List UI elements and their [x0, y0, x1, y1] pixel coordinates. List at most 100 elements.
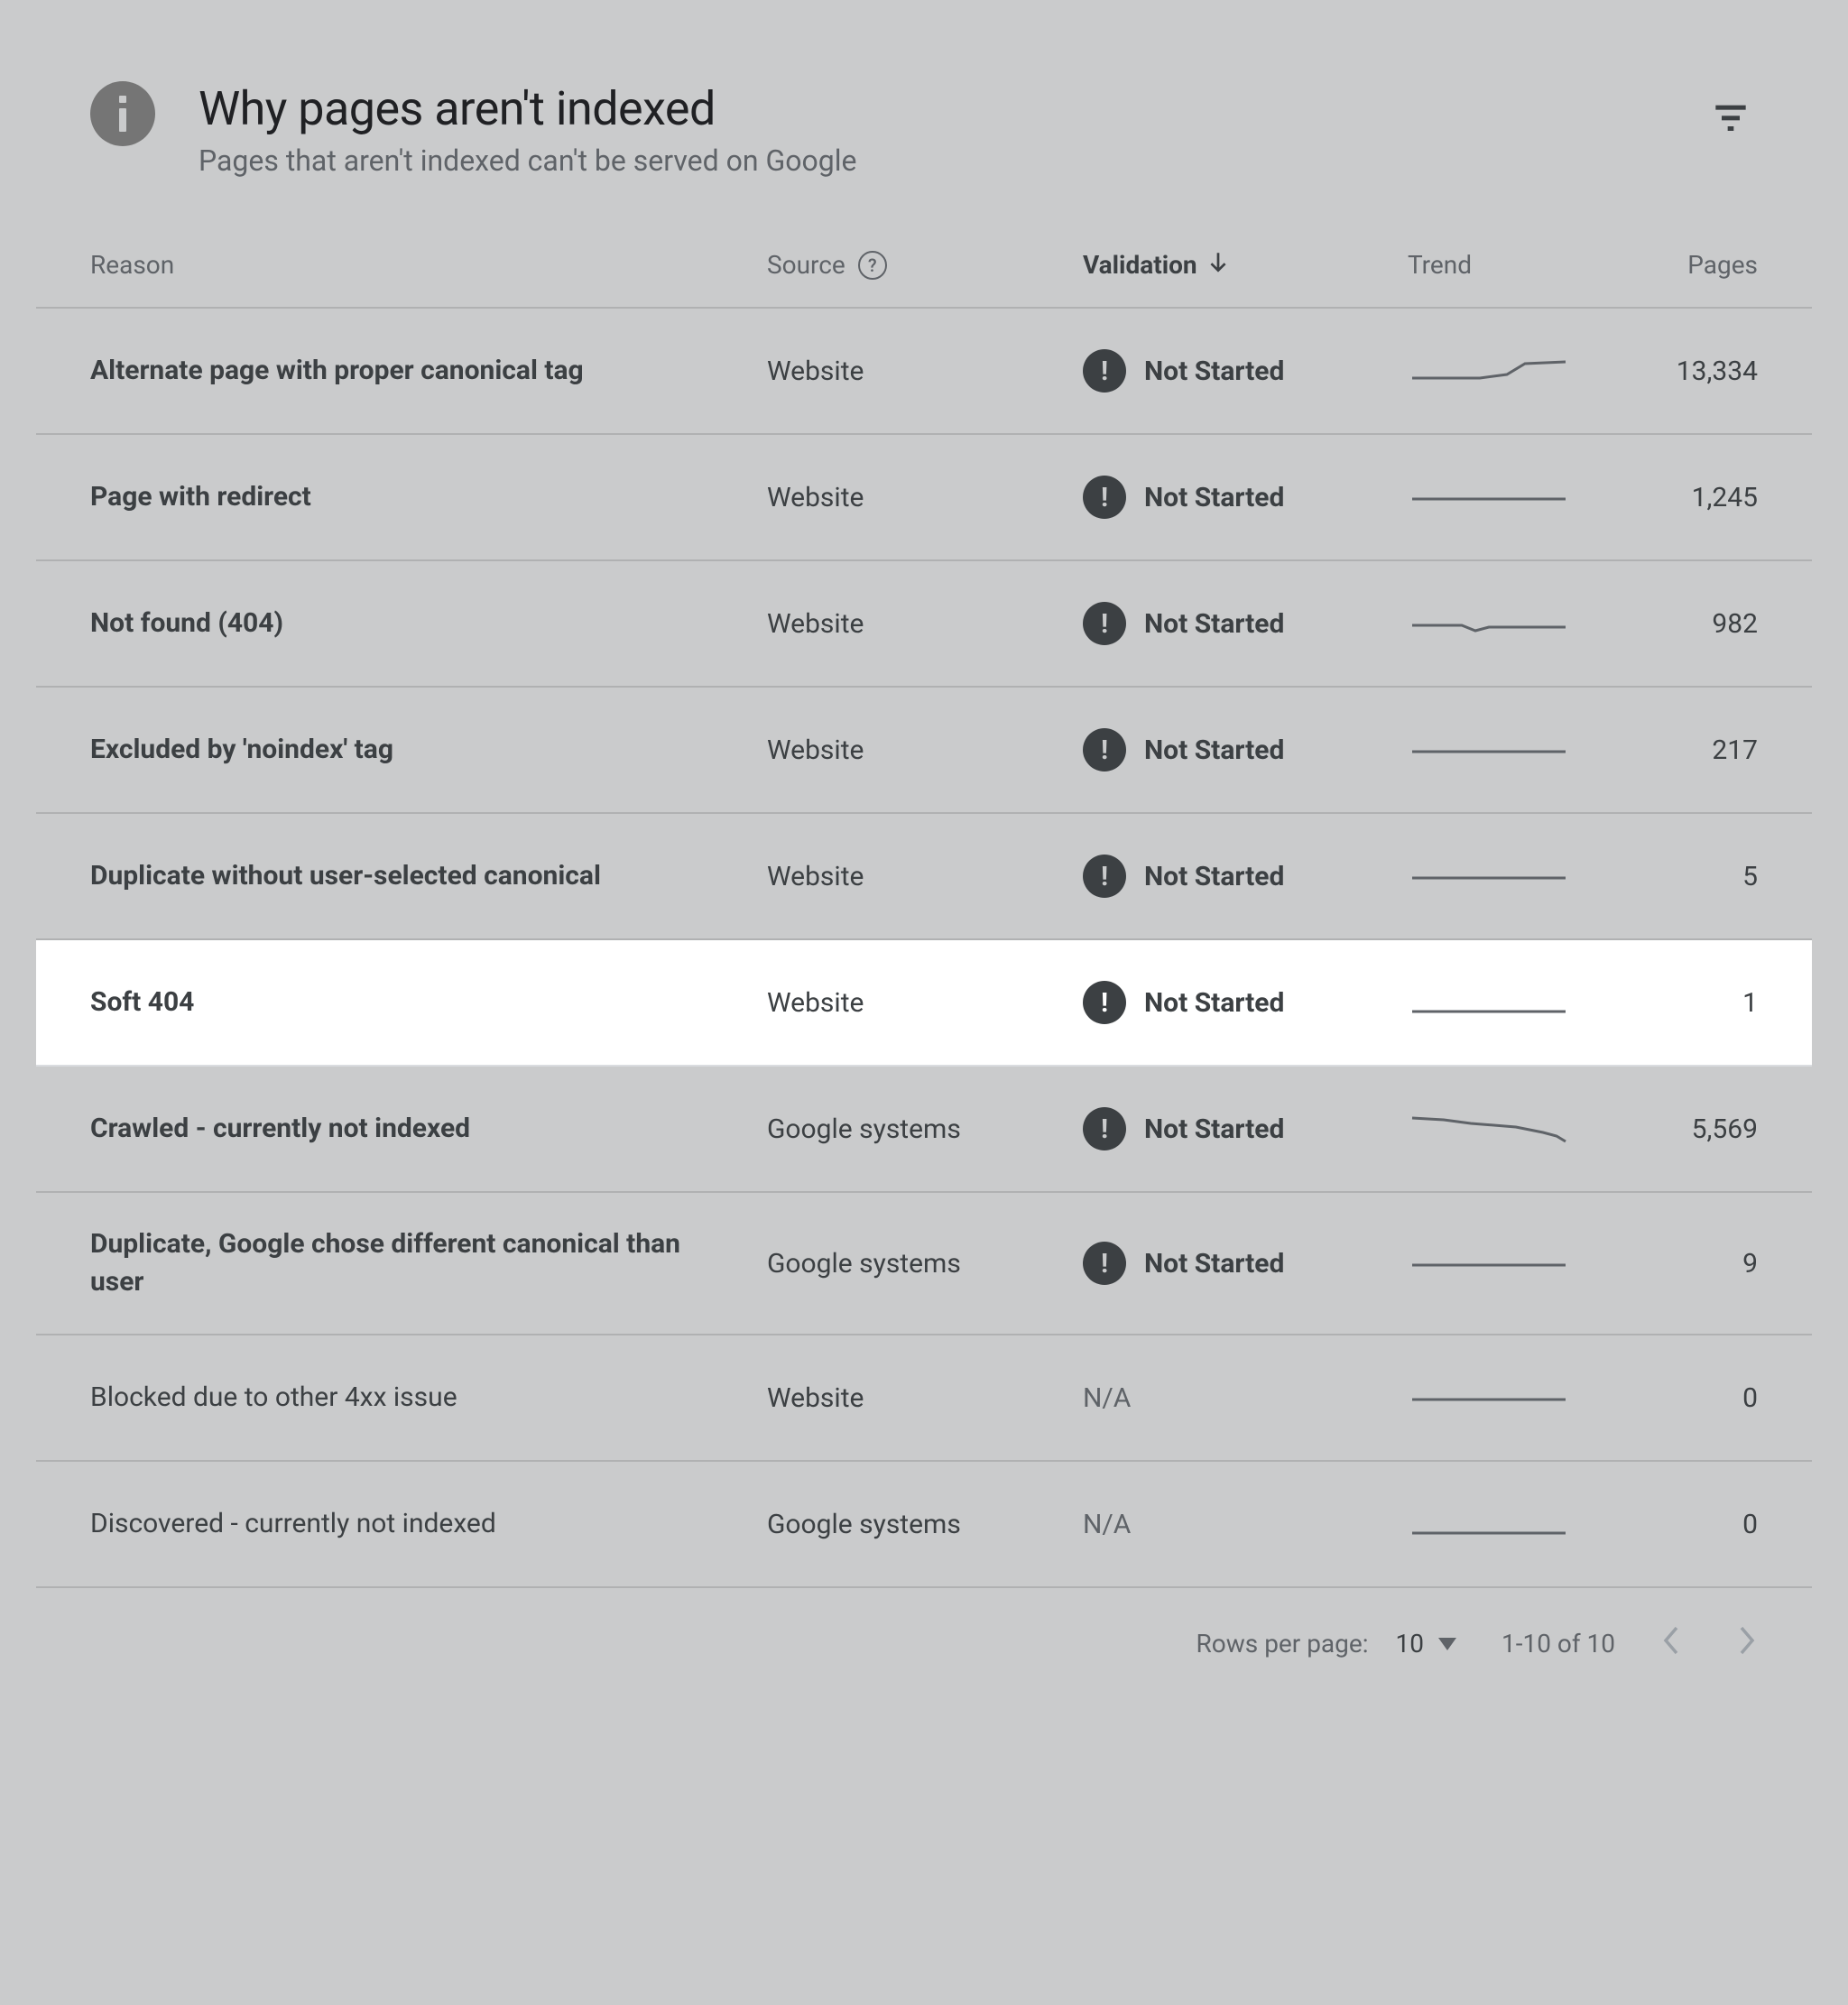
- table-row[interactable]: Crawled - currently not indexed Google s…: [36, 1067, 1812, 1193]
- reason-text: Soft 404: [90, 986, 230, 1018]
- table-row[interactable]: Duplicate, Google chose different canoni…: [36, 1193, 1812, 1335]
- source-text: Website: [767, 482, 864, 513]
- table-row[interactable]: Not found (404) Website ! Not Started 98…: [36, 561, 1812, 688]
- trend-sparkline: [1408, 984, 1570, 1021]
- pages-count: 1,245: [1692, 482, 1758, 513]
- warning-icon: !: [1083, 981, 1126, 1024]
- rows-per-page: Rows per page: 10: [1197, 1629, 1456, 1659]
- validation-cell: N/A: [1083, 1382, 1131, 1414]
- table-row[interactable]: Page with redirect Website ! Not Started…: [36, 435, 1812, 561]
- reason-text: Discovered - currently not indexed: [90, 1508, 532, 1539]
- source-text: Website: [767, 987, 864, 1019]
- rows-per-page-value: 10: [1396, 1629, 1424, 1659]
- table-row[interactable]: Duplicate without user-selected canonica…: [36, 814, 1812, 940]
- table-header-row: Reason Source ? Validation Trend Pages: [36, 214, 1812, 309]
- page-nav: [1660, 1624, 1758, 1663]
- rows-per-page-select[interactable]: 10: [1396, 1629, 1456, 1659]
- trend-sparkline: [1408, 858, 1570, 894]
- source-text: Google systems: [767, 1113, 961, 1145]
- pages-count: 0: [1742, 1509, 1758, 1540]
- rows-per-page-label: Rows per page:: [1197, 1629, 1369, 1659]
- trend-sparkline: [1408, 1506, 1570, 1542]
- source-text: Website: [767, 1382, 864, 1414]
- pages-count: 982: [1712, 608, 1758, 640]
- validation-cell: ! Not Started: [1083, 602, 1284, 645]
- table-row[interactable]: Blocked due to other 4xx issue Website N…: [36, 1335, 1812, 1462]
- table-row[interactable]: Soft 404 Website ! Not Started 1: [36, 940, 1812, 1067]
- reason-text: Not found (404): [90, 607, 319, 639]
- indexing-report-card: Why pages aren't indexed Pages that aren…: [36, 36, 1812, 1699]
- validation-cell: N/A: [1083, 1509, 1131, 1540]
- pages-count: 9: [1742, 1248, 1758, 1280]
- validation-text: Not Started: [1144, 482, 1284, 513]
- pages-count: 5: [1742, 861, 1758, 892]
- validation-cell: ! Not Started: [1083, 1107, 1284, 1150]
- trend-sparkline: [1408, 479, 1570, 515]
- reason-text: Crawled - currently not indexed: [90, 1113, 506, 1144]
- sort-descending-icon[interactable]: [1206, 250, 1230, 280]
- reason-text: Blocked due to other 4xx issue: [90, 1381, 494, 1413]
- source-text: Website: [767, 356, 864, 387]
- reason-text: Alternate page with proper canonical tag: [90, 355, 620, 386]
- validation-text: Not Started: [1144, 1113, 1284, 1145]
- column-header-pages[interactable]: Pages: [1687, 250, 1758, 280]
- trend-sparkline: [1408, 1111, 1570, 1147]
- validation-text: Not Started: [1144, 987, 1284, 1019]
- validation-cell: ! Not Started: [1083, 728, 1284, 772]
- dropdown-icon: [1438, 1638, 1456, 1650]
- validation-cell: ! Not Started: [1083, 855, 1284, 898]
- warning-icon: !: [1083, 602, 1126, 645]
- trend-sparkline: [1408, 353, 1570, 389]
- previous-page-button[interactable]: [1660, 1624, 1682, 1663]
- warning-icon: !: [1083, 1107, 1126, 1150]
- pagination-bar: Rows per page: 10 1-10 of 10: [36, 1588, 1812, 1699]
- column-header-validation[interactable]: Validation: [1083, 250, 1197, 280]
- source-text: Website: [767, 608, 864, 640]
- pages-count: 1: [1742, 987, 1758, 1019]
- help-icon[interactable]: ?: [858, 251, 887, 280]
- table-row[interactable]: Alternate page with proper canonical tag…: [36, 309, 1812, 435]
- validation-cell: ! Not Started: [1083, 981, 1284, 1024]
- next-page-button[interactable]: [1736, 1624, 1758, 1663]
- validation-text: N/A: [1083, 1509, 1131, 1540]
- validation-text: Not Started: [1144, 608, 1284, 640]
- reason-text: Duplicate, Google chose different canoni…: [90, 1228, 680, 1298]
- warning-icon: !: [1083, 728, 1126, 772]
- trend-sparkline: [1408, 1245, 1570, 1281]
- pages-count: 5,569: [1692, 1113, 1758, 1145]
- table-row[interactable]: Discovered - currently not indexed Googl…: [36, 1462, 1812, 1588]
- validation-text: N/A: [1083, 1382, 1131, 1414]
- table-row[interactable]: Excluded by 'noindex' tag Website ! Not …: [36, 688, 1812, 814]
- pages-count: 0: [1742, 1382, 1758, 1414]
- validation-cell: ! Not Started: [1083, 349, 1284, 393]
- header-text: Why pages aren't indexed Pages that aren…: [199, 81, 1713, 178]
- column-header-source[interactable]: Source: [767, 250, 845, 280]
- validation-cell: ! Not Started: [1083, 1242, 1284, 1285]
- source-text: Website: [767, 735, 864, 766]
- reason-text: Page with redirect: [90, 481, 347, 513]
- warning-icon: !: [1083, 1242, 1126, 1285]
- filter-button[interactable]: [1713, 99, 1749, 142]
- reason-text: Excluded by 'noindex' tag: [90, 734, 430, 765]
- info-icon: [90, 81, 155, 146]
- reason-text: Duplicate without user-selected canonica…: [90, 860, 637, 892]
- source-text: Google systems: [767, 1248, 961, 1280]
- source-text: Website: [767, 861, 864, 892]
- trend-sparkline: [1408, 605, 1570, 642]
- page-title: Why pages aren't indexed: [199, 81, 1713, 136]
- validation-text: Not Started: [1144, 735, 1284, 766]
- reasons-table: Reason Source ? Validation Trend Pages A…: [36, 214, 1812, 1588]
- page-info: 1-10 of 10: [1502, 1629, 1615, 1659]
- card-header: Why pages aren't indexed Pages that aren…: [36, 36, 1812, 214]
- warning-icon: !: [1083, 476, 1126, 519]
- warning-icon: !: [1083, 855, 1126, 898]
- warning-icon: !: [1083, 349, 1126, 393]
- validation-text: Not Started: [1144, 861, 1284, 892]
- pages-count: 13,334: [1677, 356, 1758, 387]
- validation-text: Not Started: [1144, 356, 1284, 387]
- source-text: Google systems: [767, 1509, 961, 1540]
- column-header-trend: Trend: [1408, 250, 1472, 280]
- trend-sparkline: [1408, 732, 1570, 768]
- column-header-reason[interactable]: Reason: [90, 250, 174, 280]
- validation-text: Not Started: [1144, 1248, 1284, 1280]
